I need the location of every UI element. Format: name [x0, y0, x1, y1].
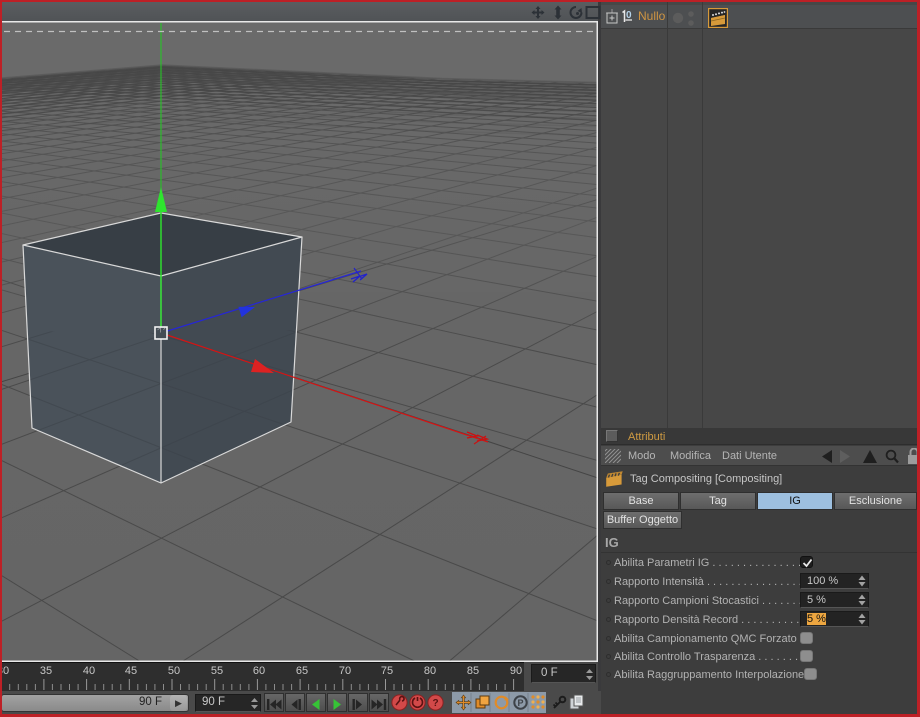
svg-text:?: ?	[432, 698, 438, 709]
svg-text:P: P	[517, 698, 523, 708]
svg-text:0: 0	[626, 10, 632, 21]
